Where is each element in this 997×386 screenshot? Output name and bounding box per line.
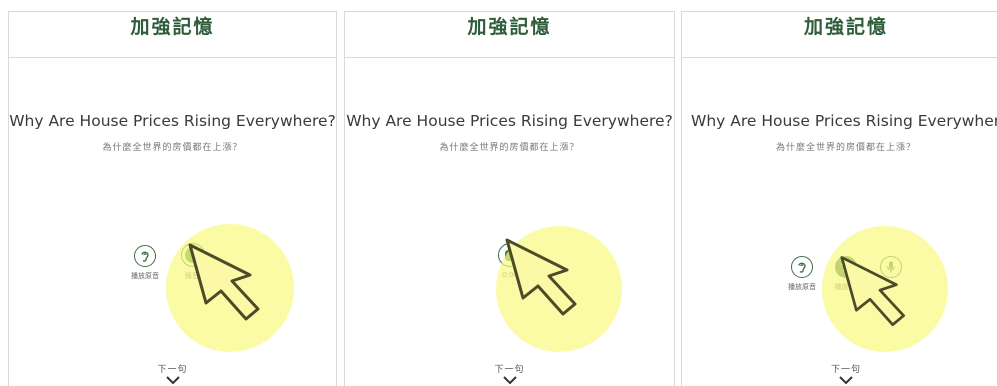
play-recording-label: 播放錄 [834,283,856,291]
sentence-chinese: 為什麼全世界的房價都在上漲？ [775,143,916,153]
chevron-down-icon[interactable] [502,376,517,385]
play-original-label: 播放原音 [131,272,159,280]
sentence-english: Why Are House Prices Rising Everywhere? [9,112,336,130]
chevron-down-icon[interactable] [165,376,180,385]
next-sentence-label[interactable]: 下一句 [9,362,336,375]
recording-timer: 0:00 [502,271,518,279]
page-header: 加強記憶 [682,12,997,58]
record-label: 錄音 [185,272,199,280]
page-header: 加強記憶 [345,12,674,58]
record-icon [185,247,201,263]
ear-icon [798,262,806,273]
sentence-english: Why Are House Prices Rising Everywhere? [691,112,997,130]
panel-before-recording: 加強記憶 Why Are House Prices Rising Everywh… [8,11,337,386]
chevron-down-icon[interactable] [839,376,853,385]
sentence-english: Why Are House Prices Rising Everywhere? [346,112,673,130]
next-sentence-label[interactable]: 下一句 [682,362,997,375]
next-sentence-label[interactable]: 下一句 [345,362,674,375]
stop-icon [504,249,516,261]
play-original-label: 播放原音 [788,283,816,291]
sentence-chinese: 為什麼全世界的房價都在上漲？ [102,143,243,153]
sentence-chinese: 為什麼全世界的房價都在上漲？ [439,143,580,153]
page-header: 加強記憶 [9,12,336,58]
play-recording-icon [841,262,852,272]
record-again-button[interactable] [880,256,902,278]
play-original-button[interactable] [791,256,813,278]
play-recording-button[interactable] [835,256,857,278]
stop-recording-button[interactable] [498,243,522,267]
ear-icon [141,251,149,262]
record-button[interactable] [181,243,205,267]
play-original-button[interactable] [134,245,156,267]
panel-recording: 加強記憶 Why Are House Prices Rising Everywh… [344,11,675,386]
microphone-icon [886,261,896,273]
panel-after-recording: 加強記憶 Why Are House Prices Rising Everywh… [681,11,997,386]
